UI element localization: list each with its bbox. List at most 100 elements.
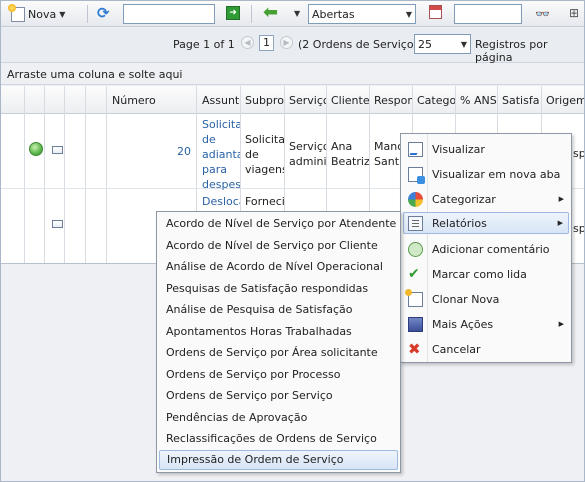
new-document-icon: [8, 3, 25, 22]
order-number[interactable]: 20: [177, 144, 191, 159]
grid-column: [45, 86, 65, 263]
service-line: adminis: [289, 155, 326, 168]
column-header-assunto[interactable]: Assunto: [202, 94, 240, 107]
group-drop-area[interactable]: Arraste uma coluna e solte aqui: [1, 64, 584, 85]
subject-line: de: [202, 133, 216, 146]
submenu-arrow-icon: ▶: [558, 195, 564, 203]
menu-item-label: Visualizar: [432, 142, 485, 156]
clone-icon: [405, 288, 423, 307]
report-item[interactable]: Ordens de Serviço por Área solicitante: [159, 343, 398, 363]
grid-column: [86, 86, 107, 263]
view-new-tab-icon: [408, 166, 425, 184]
menu-item-label: Relatórios: [432, 216, 487, 230]
new-button[interactable]: Nova ▼: [8, 3, 65, 23]
report-item[interactable]: Análise de Acordo de Nível Operacional: [159, 257, 398, 277]
cancel-icon: ✖: [408, 339, 421, 358]
responsible-line: Manc: [374, 140, 400, 153]
menu-item-categorizar[interactable]: Categorizar ▶: [403, 188, 569, 210]
chevron-down-icon[interactable]: ▼: [59, 10, 65, 19]
subject-line: despes: [202, 178, 240, 191]
column-header-origem[interactable]: Origem: [546, 94, 584, 107]
chevron-down-icon: ▼: [405, 9, 412, 19]
search-input[interactable]: [123, 4, 215, 24]
hierarchy-icon[interactable]: ⊞: [569, 6, 579, 20]
app-window: Nova ▼ ⟳ ➜ ⬅ ▼ Abertas ▼ 👓 ⊞ Page 1 of 1…: [0, 0, 585, 482]
menu-item-label: Categorizar: [432, 192, 496, 206]
client-line: Beatriz: [331, 155, 369, 168]
grid-column: [25, 86, 45, 263]
order-origin: sp: [573, 222, 584, 235]
subject-line: Solicita: [202, 118, 240, 131]
report-item[interactable]: Pesquisas de Satisfação respondidas: [159, 279, 398, 299]
column-header-categoria[interactable]: Catego: [417, 94, 455, 107]
column-header-ans[interactable]: % ANS: [460, 94, 497, 107]
subject-line: para: [202, 163, 227, 176]
report-item[interactable]: Reclassificações de Ordens de Serviço: [159, 429, 398, 449]
report-item[interactable]: Ordens de Serviço por Processo: [159, 365, 398, 385]
reports-submenu: Acordo de Nível de Serviço por Atendente…: [156, 211, 401, 473]
menu-item-mais-acoes[interactable]: Mais Ações ▶: [403, 313, 569, 335]
menu-item-relatorios[interactable]: Relatórios ▶: [403, 212, 569, 234]
client-line: Ana: [331, 140, 353, 153]
view-icon: [408, 141, 423, 157]
binoculars-icon[interactable]: 👓: [535, 7, 550, 21]
context-menu: Visualizar Visualizar em nova aba Catego…: [400, 133, 572, 363]
go-icon[interactable]: ➜: [226, 6, 240, 20]
page-size-value: 25: [418, 37, 432, 51]
new-button-label: Nova: [28, 7, 57, 21]
reports-icon: [408, 215, 423, 231]
column-header-cliente[interactable]: Cliente: [331, 94, 369, 107]
categorize-icon: [408, 191, 423, 207]
menu-item-label: Cancelar: [432, 342, 481, 356]
date-input[interactable]: [454, 4, 522, 24]
back-arrow-icon[interactable]: ⬅: [263, 4, 281, 22]
order-subject[interactable]: Desloca: [202, 194, 240, 209]
menu-item-marcar-como-lida[interactable]: ✔ Marcar como lida: [403, 263, 569, 285]
current-page[interactable]: 1: [259, 35, 274, 51]
service-line: Serviço: [289, 140, 326, 153]
toolbar-divider: [251, 5, 252, 23]
menu-item-label: Visualizar em nova aba: [432, 167, 561, 181]
report-item[interactable]: Acordo de Nível de Serviço por Atendente: [159, 214, 398, 234]
menu-item-cancelar[interactable]: ✖ Cancelar: [403, 338, 569, 360]
report-item[interactable]: Apontamentos Horas Trabalhadas: [159, 322, 398, 342]
next-page-icon[interactable]: ▶: [280, 36, 293, 49]
chevron-down-icon: ▼: [460, 39, 467, 49]
responsible-line: Sant: [374, 155, 400, 168]
order-subject[interactable]: Solicita de adianta para despes: [202, 117, 240, 192]
subprocess-line: Solicita: [245, 133, 284, 146]
order-origin: sp: [573, 147, 584, 160]
column-header-satisfacao[interactable]: Satisfa: [502, 94, 541, 107]
more-actions-icon: [408, 316, 423, 332]
menu-item-clonar-nova[interactable]: Clonar Nova: [403, 288, 569, 310]
status-select[interactable]: Abertas ▼: [308, 4, 416, 24]
column-header-responsavel[interactable]: Respon: [374, 94, 412, 107]
report-item[interactable]: Ordens de Serviço por Serviço: [159, 386, 398, 406]
column-header-subprocesso[interactable]: Subpro: [245, 94, 284, 107]
page-size-select[interactable]: 25 ▼: [414, 34, 471, 54]
column-header-servico[interactable]: Serviço: [289, 94, 326, 107]
order-client: Ana Beatriz: [331, 139, 369, 169]
subject-line: adianta: [202, 148, 240, 161]
prev-page-icon[interactable]: ◀: [241, 36, 254, 49]
email-icon: [52, 220, 63, 228]
menu-item-adicionar-comentario[interactable]: Adicionar comentário: [403, 238, 569, 260]
toolbar: Nova ▼ ⟳ ➜ ⬅ ▼ Abertas ▼ 👓 ⊞: [1, 1, 584, 27]
grid-column: [65, 86, 86, 263]
add-comment-icon: [408, 241, 423, 257]
submenu-arrow-icon: ▶: [558, 320, 564, 328]
calendar-icon[interactable]: [429, 5, 442, 19]
menu-item-visualizar[interactable]: Visualizar: [403, 138, 569, 160]
menu-item-visualizar-nova-aba[interactable]: Visualizar em nova aba: [403, 163, 569, 185]
check-icon: ✔: [408, 265, 420, 282]
refresh-icon[interactable]: ⟳: [97, 5, 113, 21]
report-item[interactable]: Impressão de Ordem de Serviço: [159, 450, 398, 470]
record-count: (2 Ordens de Serviço): [298, 38, 418, 51]
report-item[interactable]: Análise de Pesquisa de Satisfação: [159, 300, 398, 320]
report-item[interactable]: Pendências de Aprovação: [159, 408, 398, 428]
report-item[interactable]: Acordo de Nível de Serviço por Cliente: [159, 236, 398, 256]
grid-column: [1, 86, 25, 263]
order-subprocess: Forneci: [245, 195, 284, 208]
chevron-down-icon[interactable]: ▼: [294, 9, 300, 18]
column-header-numero[interactable]: Número: [112, 94, 192, 107]
